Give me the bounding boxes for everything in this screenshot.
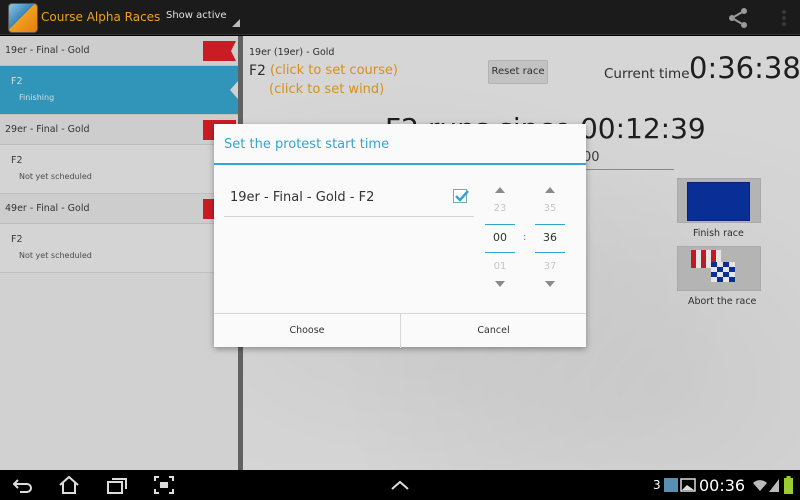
minute-picker[interactable]: 35 36 37 <box>535 183 565 295</box>
share-icon[interactable] <box>726 6 750 30</box>
picker-highlight-line <box>535 224 565 225</box>
race-item-label: 19er - Final - Gold - F2 <box>230 190 375 205</box>
minute-next-value[interactable]: 37 <box>535 261 565 272</box>
protest-time-dialog: Set the protest start time 19er - Final … <box>214 124 586 348</box>
spinner-indicator-icon <box>232 19 240 27</box>
action-bar: Course Alpha Races Show active <box>0 0 800 35</box>
minute-decrement-icon[interactable] <box>545 281 555 287</box>
notification-count: 3 <box>653 478 661 492</box>
screenshot-icon[interactable] <box>153 475 175 495</box>
dialog-title-divider <box>214 163 586 165</box>
hour-decrement-icon[interactable] <box>495 281 505 287</box>
home-icon[interactable] <box>58 475 80 495</box>
picker-highlight-line <box>485 224 515 225</box>
notification-icons <box>664 478 696 492</box>
status-time: 00:36 <box>699 476 746 495</box>
battery-icon <box>784 476 793 494</box>
hour-increment-icon[interactable] <box>495 187 505 193</box>
chevron-up-icon[interactable] <box>389 475 411 495</box>
hour-next-value[interactable]: 01 <box>485 261 515 272</box>
overflow-menu-icon[interactable] <box>774 8 794 28</box>
picker-highlight-line <box>535 252 565 253</box>
race-item-checkbox[interactable] <box>453 189 469 203</box>
minute-increment-icon[interactable] <box>545 187 555 193</box>
dialog-title: Set the protest start time <box>224 137 390 152</box>
system-bar: 3 00:36 <box>0 470 800 500</box>
app-icon[interactable] <box>8 3 38 33</box>
time-separator: : <box>523 232 527 243</box>
app-title: Course Alpha Races <box>41 10 161 24</box>
recent-apps-icon[interactable] <box>106 475 128 495</box>
wifi-icon <box>753 480 767 491</box>
hour-value[interactable]: 00 <box>485 231 515 244</box>
minute-value[interactable]: 36 <box>535 231 565 244</box>
minute-prev-value[interactable]: 35 <box>535 203 565 214</box>
show-active-spinner[interactable]: Show active <box>166 10 227 21</box>
item-divider <box>224 216 474 217</box>
hour-picker[interactable]: 23 00 01 <box>485 183 515 295</box>
choose-button[interactable]: Choose <box>214 314 400 348</box>
dialog-button-bar: Choose Cancel <box>214 313 586 348</box>
checkmark-icon <box>455 190 469 202</box>
signal-icon <box>769 479 779 492</box>
hour-prev-value[interactable]: 23 <box>485 203 515 214</box>
back-icon[interactable] <box>12 475 34 495</box>
picker-highlight-line <box>485 252 515 253</box>
cancel-button[interactable]: Cancel <box>400 314 586 348</box>
